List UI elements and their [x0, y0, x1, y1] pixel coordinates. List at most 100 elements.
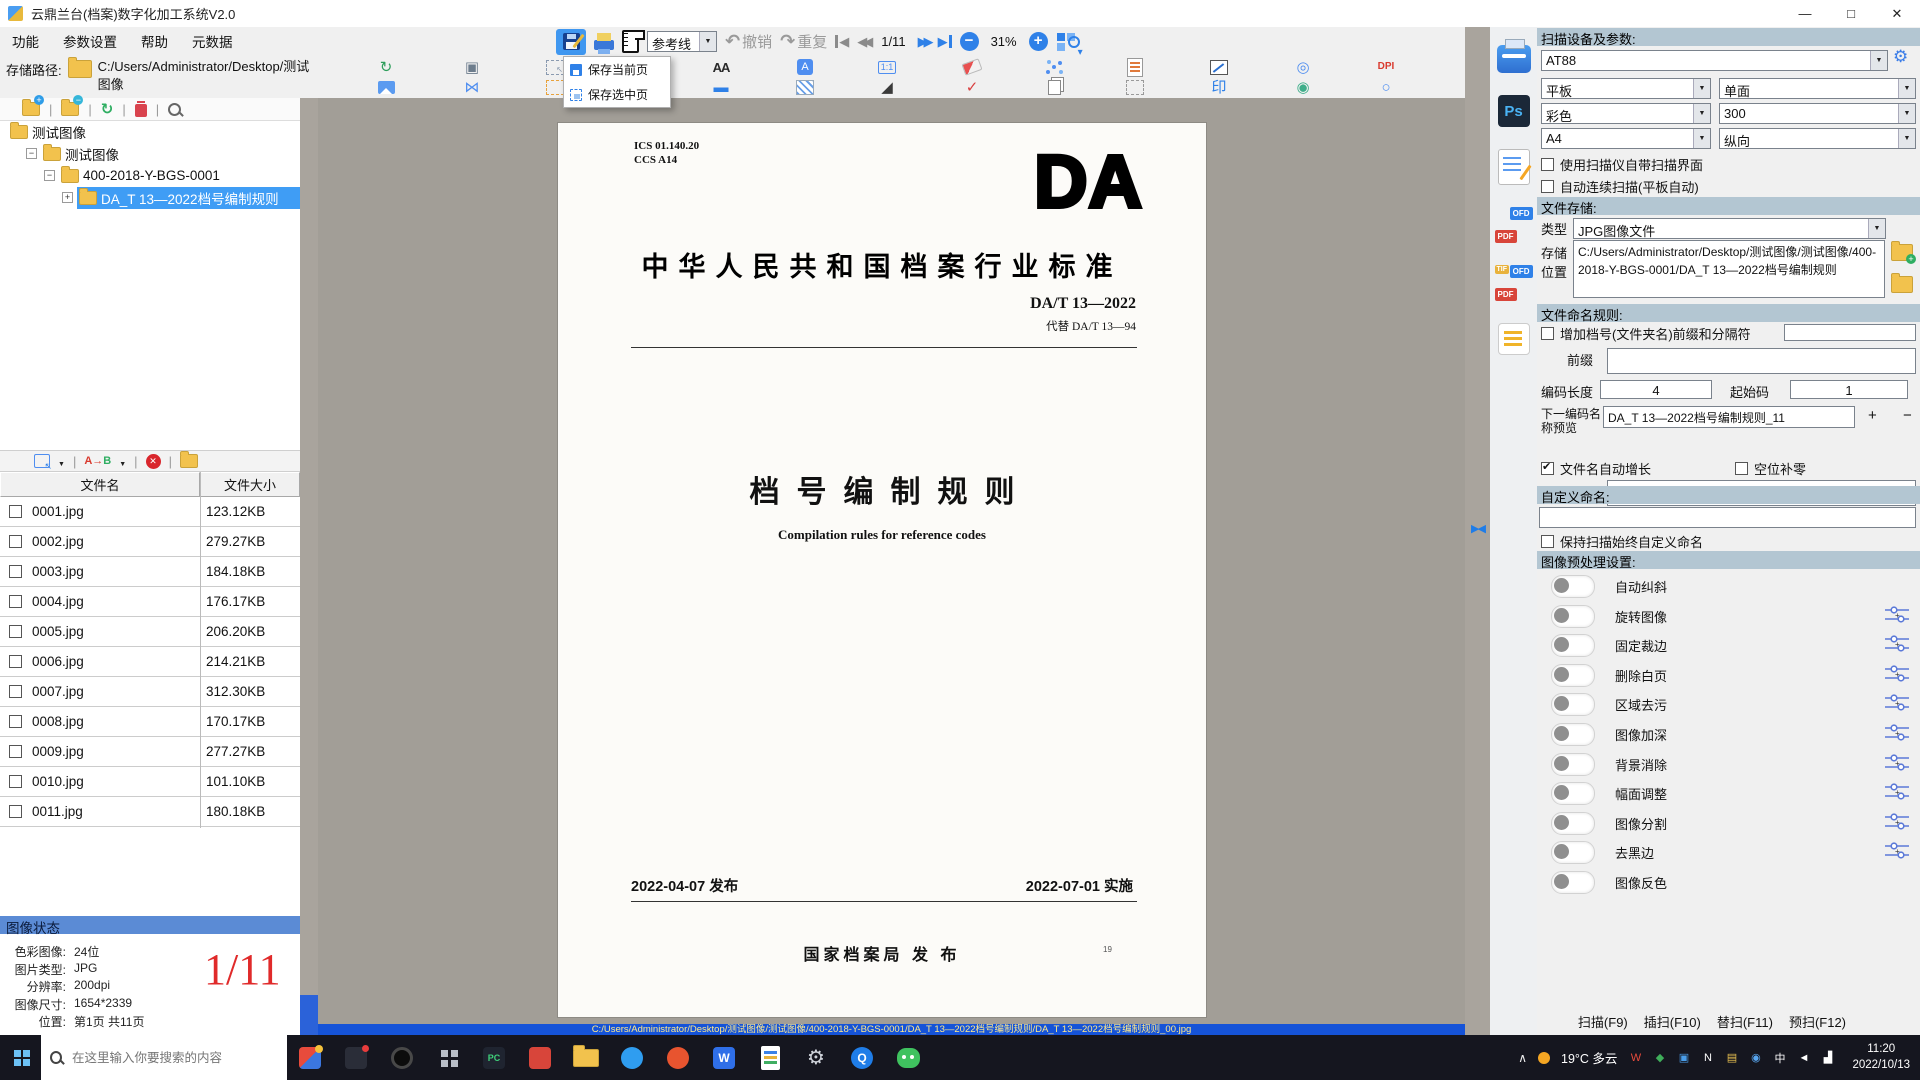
prefix-input[interactable]	[1607, 348, 1916, 374]
file-checkbox[interactable]	[9, 685, 22, 698]
rename-icon[interactable]	[84, 455, 111, 467]
settings-sliders-icon[interactable]: +	[1884, 812, 1910, 835]
storage-path-value[interactable]: C:/Users/Administrator/Desktop/测试图像	[98, 58, 310, 93]
file-checkbox[interactable]	[9, 655, 22, 668]
rename-dropdown-icon[interactable]	[119, 454, 126, 469]
tray-circle-icon[interactable]: ◉	[1748, 1051, 1763, 1064]
file-checkbox[interactable]	[9, 505, 22, 518]
app-blue-circle-icon[interactable]	[609, 1035, 655, 1080]
toggle-switch[interactable]	[1551, 693, 1595, 716]
pdf-to-ofd-icon[interactable]: OFDPDF	[1495, 207, 1533, 243]
auto-grow-checkbox[interactable]: 文件名自动增长	[1541, 459, 1651, 478]
toggle-switch[interactable]	[1551, 605, 1595, 628]
notes-app-icon[interactable]	[1498, 149, 1530, 185]
tray-shield-icon[interactable]: ◆	[1652, 1051, 1667, 1064]
collapse-panel-icon[interactable]	[1471, 522, 1484, 535]
tray-ime-icon[interactable]: 中	[1772, 1050, 1787, 1066]
scan-paper-select[interactable]: A4	[1541, 128, 1711, 149]
location-pin-icon[interactable]: ◉	[1290, 77, 1316, 97]
weather-text[interactable]: 19°C 多云	[1561, 1048, 1617, 1067]
file-row[interactable]: 0007.jpg312.30KB	[0, 677, 300, 707]
save-selected-pages-item[interactable]: 保存选中页	[564, 82, 670, 107]
paste-page-icon[interactable]: ▣	[459, 57, 485, 77]
tray-tv-icon[interactable]: ▣	[1676, 1051, 1691, 1064]
settings-sliders-icon[interactable]: +	[1884, 693, 1910, 716]
toggle-switch[interactable]	[1551, 575, 1595, 598]
file-checkbox[interactable]	[9, 595, 22, 608]
code-length-input[interactable]: 4	[1600, 380, 1712, 399]
tree-item-2[interactable]: −400-2018-Y-BGS-0001	[0, 165, 300, 186]
chevron-down-icon[interactable]	[1870, 51, 1887, 70]
minimize-button[interactable]: —	[1782, 1, 1828, 27]
menu-item-3[interactable]: 元数据	[180, 27, 245, 55]
pad-zero-checkbox[interactable]: 空位补零	[1735, 459, 1806, 478]
document-viewer[interactable]: ICS 01.140.20 CCS A14 DA 中华人民共和国档案行业标准 D…	[318, 98, 1465, 1024]
chevron-down-icon[interactable]	[1693, 79, 1710, 98]
scan-action-button-3[interactable]: 预扫(F12)	[1789, 1012, 1846, 1031]
tree-item-1[interactable]: −测试图像	[0, 143, 300, 164]
chevron-down-icon[interactable]	[1693, 129, 1710, 148]
scan-source-select[interactable]: 平板	[1541, 78, 1711, 99]
toggle-switch[interactable]	[1551, 871, 1595, 894]
hatch-fill-icon[interactable]	[792, 77, 818, 97]
ruler-button[interactable]	[622, 30, 639, 53]
highlight-text-icon[interactable]: A	[792, 57, 818, 77]
custom-naming-input[interactable]	[1539, 507, 1916, 528]
toggle-switch[interactable]	[1551, 664, 1595, 687]
reference-line-select[interactable]: 参考线	[647, 31, 717, 52]
app-q-browser-icon[interactable]: Q	[839, 1035, 885, 1080]
app-pc-icon[interactable]: PC	[471, 1035, 517, 1080]
chevron-down-icon[interactable]	[1868, 219, 1885, 238]
target-circle-icon[interactable]: ◎	[1290, 57, 1316, 77]
settings-sliders-icon[interactable]: +	[1884, 753, 1910, 776]
menu-item-0[interactable]: 功能	[0, 27, 51, 55]
increment-button[interactable]: +	[1868, 407, 1877, 424]
file-row[interactable]: 0011.jpg180.18KB	[0, 797, 300, 827]
scanner-app-icon[interactable]	[1497, 45, 1531, 73]
menu-item-2[interactable]: 帮助	[129, 27, 180, 55]
settings-sliders-icon[interactable]: +	[1884, 634, 1910, 657]
file-row[interactable]: 0001.jpg123.12KB	[0, 497, 300, 527]
copy-pages-icon[interactable]	[1041, 77, 1067, 97]
tray-volume-icon[interactable]: ◄	[1796, 1052, 1811, 1064]
app-orange-circle-icon[interactable]	[655, 1035, 701, 1080]
file-checkbox[interactable]	[9, 745, 22, 758]
column-header-filesize[interactable]: 文件大小	[200, 472, 300, 497]
add-folder-button[interactable]	[22, 102, 40, 116]
stamp-check-icon[interactable]: ✓	[959, 77, 985, 97]
tree-expander-icon[interactable]: +	[62, 192, 73, 203]
wedge-tool-icon[interactable]: ◢	[874, 77, 900, 97]
annotate-window-icon[interactable]	[1206, 57, 1232, 77]
scan-action-button-2[interactable]: 替扫(F11)	[1717, 1012, 1773, 1031]
redo-button[interactable]: 重复	[780, 31, 827, 52]
photoshop-app-icon[interactable]: Ps	[1498, 95, 1530, 127]
next-page-button[interactable]	[918, 35, 930, 48]
chevron-down-icon[interactable]	[1693, 104, 1710, 123]
toggle-switch[interactable]	[1551, 753, 1595, 776]
settings-sliders-icon[interactable]: +	[1884, 723, 1910, 746]
pdf-tiff-ofd-icon[interactable]: OFDPDFTIF	[1495, 265, 1533, 301]
eraser-icon[interactable]	[959, 57, 985, 77]
denoise-icon[interactable]	[1041, 57, 1067, 77]
last-page-button[interactable]	[938, 35, 952, 48]
file-row[interactable]: 0003.jpg184.18KB	[0, 557, 300, 587]
use-native-ui-checkbox[interactable]: 使用扫描仪自带扫描界面	[1541, 155, 1703, 174]
app-colorful-icon[interactable]	[287, 1035, 333, 1080]
toggle-switch[interactable]	[1551, 634, 1595, 657]
menu-lines-icon[interactable]	[1498, 323, 1530, 355]
underline-tool-icon[interactable]: ▬	[708, 77, 734, 97]
ring-icon[interactable]: ○	[1373, 77, 1399, 97]
keep-custom-checkbox[interactable]: 保持扫描始终自定义命名	[1541, 532, 1703, 551]
left-splitter[interactable]	[300, 98, 318, 1035]
zoom-out-button[interactable]: −	[960, 32, 979, 51]
tray-network-icon[interactable]: ▟	[1820, 1051, 1835, 1064]
scanner-device-select[interactable]: AT88	[1541, 50, 1888, 71]
start-button[interactable]	[14, 1050, 21, 1057]
chevron-down-icon[interactable]	[1898, 79, 1915, 98]
toggle-switch[interactable]	[1551, 782, 1595, 805]
app-black-circle-icon[interactable]	[379, 1035, 425, 1080]
open-storage-folder-icon[interactable]	[1891, 276, 1913, 293]
start-code-input[interactable]: 1	[1790, 380, 1908, 399]
scan-color-select[interactable]: 彩色	[1541, 103, 1711, 124]
file-checkbox[interactable]	[9, 805, 22, 818]
